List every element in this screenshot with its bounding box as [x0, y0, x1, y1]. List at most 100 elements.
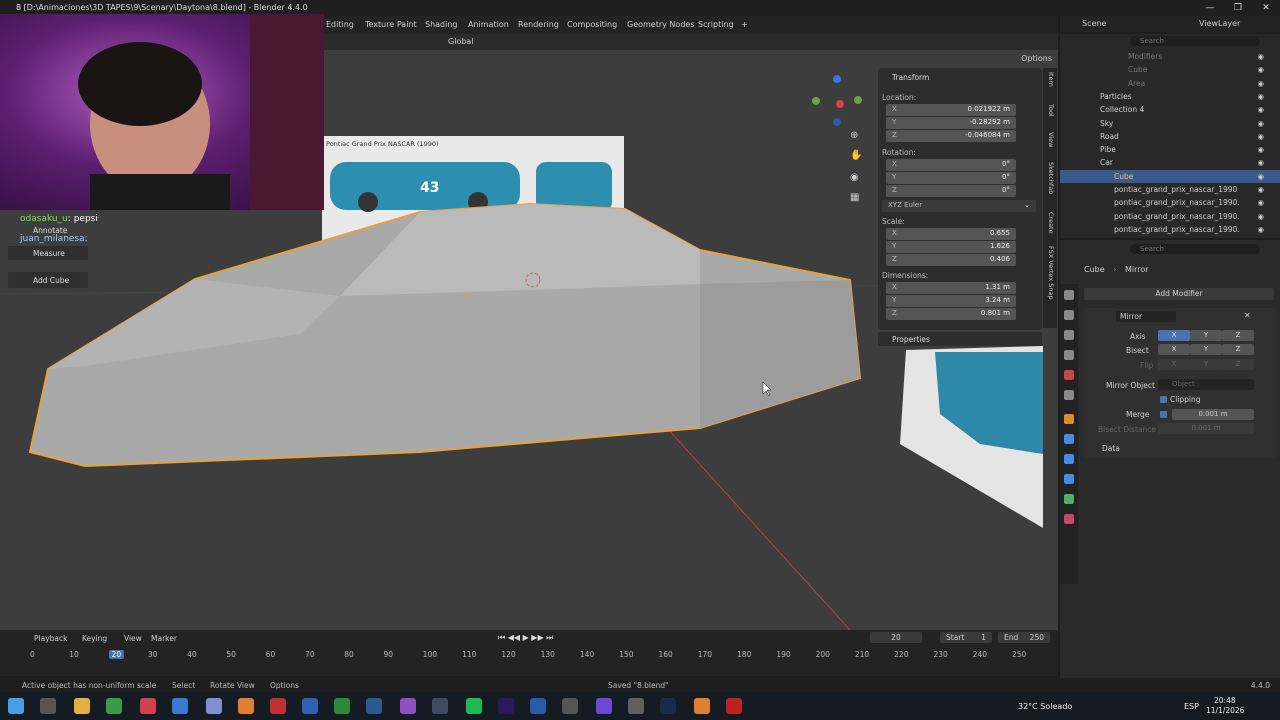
material-tab-icon[interactable]	[1064, 514, 1074, 524]
tab-shading[interactable]: Shading	[425, 20, 458, 29]
outliner-item[interactable]: Collection 4 ◉	[1060, 103, 1280, 116]
outliner-item[interactable]: pontiac_grand_prix_nascar_1990. ◉	[1060, 196, 1280, 209]
data-subpanel[interactable]: Data	[1102, 444, 1120, 453]
search-icon[interactable]	[40, 698, 56, 714]
end-frame-field[interactable]: End 250	[998, 632, 1050, 643]
view-menu[interactable]: View	[124, 634, 142, 643]
dimensions-y-field[interactable]: Y 3.24 m	[886, 295, 1016, 307]
start-icon[interactable]	[8, 698, 24, 714]
app-icon[interactable]	[400, 698, 416, 714]
explorer-icon[interactable]	[74, 698, 90, 714]
tab-animation[interactable]: Animation	[468, 20, 509, 29]
rotation-mode-dropdown[interactable]: XYZ Euler ⌄	[882, 200, 1036, 212]
dimensions-z-field[interactable]: Z 0.801 m	[886, 308, 1016, 320]
outliner-item[interactable]: pontiac_grand_prix_nascar_1990 ◉	[1060, 183, 1280, 196]
spotify-icon[interactable]	[466, 698, 482, 714]
outliner-item[interactable]: Pibe ◉	[1060, 143, 1280, 156]
maximize-icon[interactable]: ❐	[1224, 0, 1252, 16]
language-indicator[interactable]: ESP	[1184, 702, 1199, 711]
world-tab-icon[interactable]	[1064, 390, 1074, 400]
current-frame-field[interactable]: 20	[870, 632, 922, 643]
properties-subpanel[interactable]: Properties	[878, 332, 1042, 346]
viewport-options-button[interactable]: Options	[1021, 54, 1052, 63]
chrome-icon[interactable]	[106, 698, 122, 714]
visibility-eye-icon[interactable]: ◉	[1257, 143, 1264, 156]
transform-header[interactable]: Transform	[892, 73, 929, 82]
visibility-eye-icon[interactable]: ◉	[1257, 50, 1264, 63]
outliner-item[interactable]: Sky ◉	[1060, 117, 1280, 130]
outliner-item[interactable]: Modifiers ◉	[1060, 50, 1280, 63]
modifier-tab-icon[interactable]	[1064, 434, 1074, 444]
render-tab-icon[interactable]	[1064, 310, 1074, 320]
flip-z-toggle[interactable]: Z	[1222, 359, 1254, 370]
clipping-checkbox[interactable]	[1160, 396, 1167, 403]
outliner-search-input[interactable]: Search	[1130, 36, 1260, 46]
tab-scripting[interactable]: Scripting	[698, 20, 734, 29]
scale-z-field[interactable]: Z 0.406	[886, 254, 1016, 266]
mirror-object-field[interactable]: Object	[1158, 379, 1254, 390]
visibility-eye-icon[interactable]: ◉	[1257, 63, 1264, 76]
visibility-eye-icon[interactable]: ◉	[1257, 156, 1264, 169]
clock-date[interactable]: 11/1/2026	[1206, 706, 1244, 715]
outliner-item[interactable]: Particles ◉	[1060, 90, 1280, 103]
axis-x-toggle[interactable]: X	[1158, 330, 1190, 341]
visibility-eye-icon[interactable]: ◉	[1257, 90, 1264, 103]
zoom-icon[interactable]: ⊕	[850, 130, 864, 144]
hand-icon[interactable]: ✋	[850, 150, 864, 164]
blender-taskbar-icon[interactable]	[238, 698, 254, 714]
location-y-field[interactable]: Y -0.28292 m	[886, 117, 1016, 129]
grid-icon[interactable]: ▦	[850, 192, 864, 206]
modifier-name-input[interactable]: Mirror	[1116, 311, 1176, 322]
tab-texture-paint[interactable]: Texture Paint	[365, 20, 417, 29]
visibility-eye-icon[interactable]: ◉	[1257, 183, 1264, 196]
outliner-item[interactable]: Car ◉	[1060, 156, 1280, 169]
blender-active-icon[interactable]	[694, 698, 710, 714]
axis-y-toggle[interactable]: Y	[1190, 330, 1222, 341]
visibility-eye-icon[interactable]: ◉	[1257, 130, 1264, 143]
tab-geometry-nodes[interactable]: Geometry Nodes	[627, 20, 694, 29]
keying-menu[interactable]: Keying	[82, 634, 107, 643]
scale-y-field[interactable]: Y 1.626	[886, 241, 1016, 253]
tab-create[interactable]: Create	[1045, 212, 1055, 234]
outliner-item[interactable]: Road ◉	[1060, 130, 1280, 143]
visibility-eye-icon[interactable]: ◉	[1257, 117, 1264, 130]
bisect-z-toggle[interactable]: Z	[1222, 344, 1254, 355]
scene-selector[interactable]: Scene	[1082, 19, 1106, 28]
playback-menu[interactable]: Playback	[34, 634, 67, 643]
rotation-z-field[interactable]: Z 0°	[886, 185, 1016, 197]
bisect-y-toggle[interactable]: Y	[1190, 344, 1222, 355]
visibility-eye-icon[interactable]: ◉	[1257, 196, 1264, 209]
visibility-eye-icon[interactable]: ◉	[1257, 210, 1264, 223]
word-icon[interactable]	[530, 698, 546, 714]
minimize-icon[interactable]: —	[1196, 0, 1224, 16]
recorder-icon[interactable]	[270, 698, 286, 714]
tab-sketchfab[interactable]: Sketchfab	[1045, 162, 1055, 194]
playback-controls[interactable]: ⏮ ◀◀ ▶ ▶▶ ⏭	[498, 633, 578, 643]
tab-view[interactable]: View	[1045, 132, 1055, 147]
discord-icon[interactable]	[596, 698, 612, 714]
location-x-field[interactable]: X 0.021922 m	[886, 104, 1016, 116]
tab-rendering[interactable]: Rendering	[518, 20, 559, 29]
marker-menu[interactable]: Marker	[151, 634, 177, 643]
app-icon[interactable]	[628, 698, 644, 714]
after-effects-icon[interactable]	[498, 698, 514, 714]
properties-search-input[interactable]: Search	[1130, 244, 1260, 254]
physics-tab-icon[interactable]	[1064, 474, 1074, 484]
merge-distance-field[interactable]: 0.001 m	[1172, 409, 1254, 420]
outliner-item[interactable]: Cube ◉	[1060, 63, 1280, 76]
app-icon[interactable]	[726, 698, 742, 714]
output-tab-icon[interactable]	[1064, 330, 1074, 340]
tab-compositing[interactable]: Compositing	[567, 20, 617, 29]
app-icon[interactable]	[206, 698, 222, 714]
tool-add-cube[interactable]: Add Cube	[8, 272, 88, 288]
viewlayer-selector[interactable]: ViewLayer	[1199, 19, 1240, 28]
tool-tab-icon[interactable]	[1064, 290, 1074, 300]
scale-x-field[interactable]: X 0.655	[886, 228, 1016, 240]
merge-checkbox[interactable]	[1160, 411, 1167, 418]
rotation-x-field[interactable]: X 0°	[886, 159, 1016, 171]
tab-fsx-vertex-snap[interactable]: FSX Vertex Snap	[1045, 246, 1055, 300]
vscode-icon[interactable]	[366, 698, 382, 714]
edge-icon[interactable]	[172, 698, 188, 714]
object-tab-icon[interactable]	[1064, 414, 1074, 424]
visibility-eye-icon[interactable]: ◉	[1257, 223, 1264, 236]
